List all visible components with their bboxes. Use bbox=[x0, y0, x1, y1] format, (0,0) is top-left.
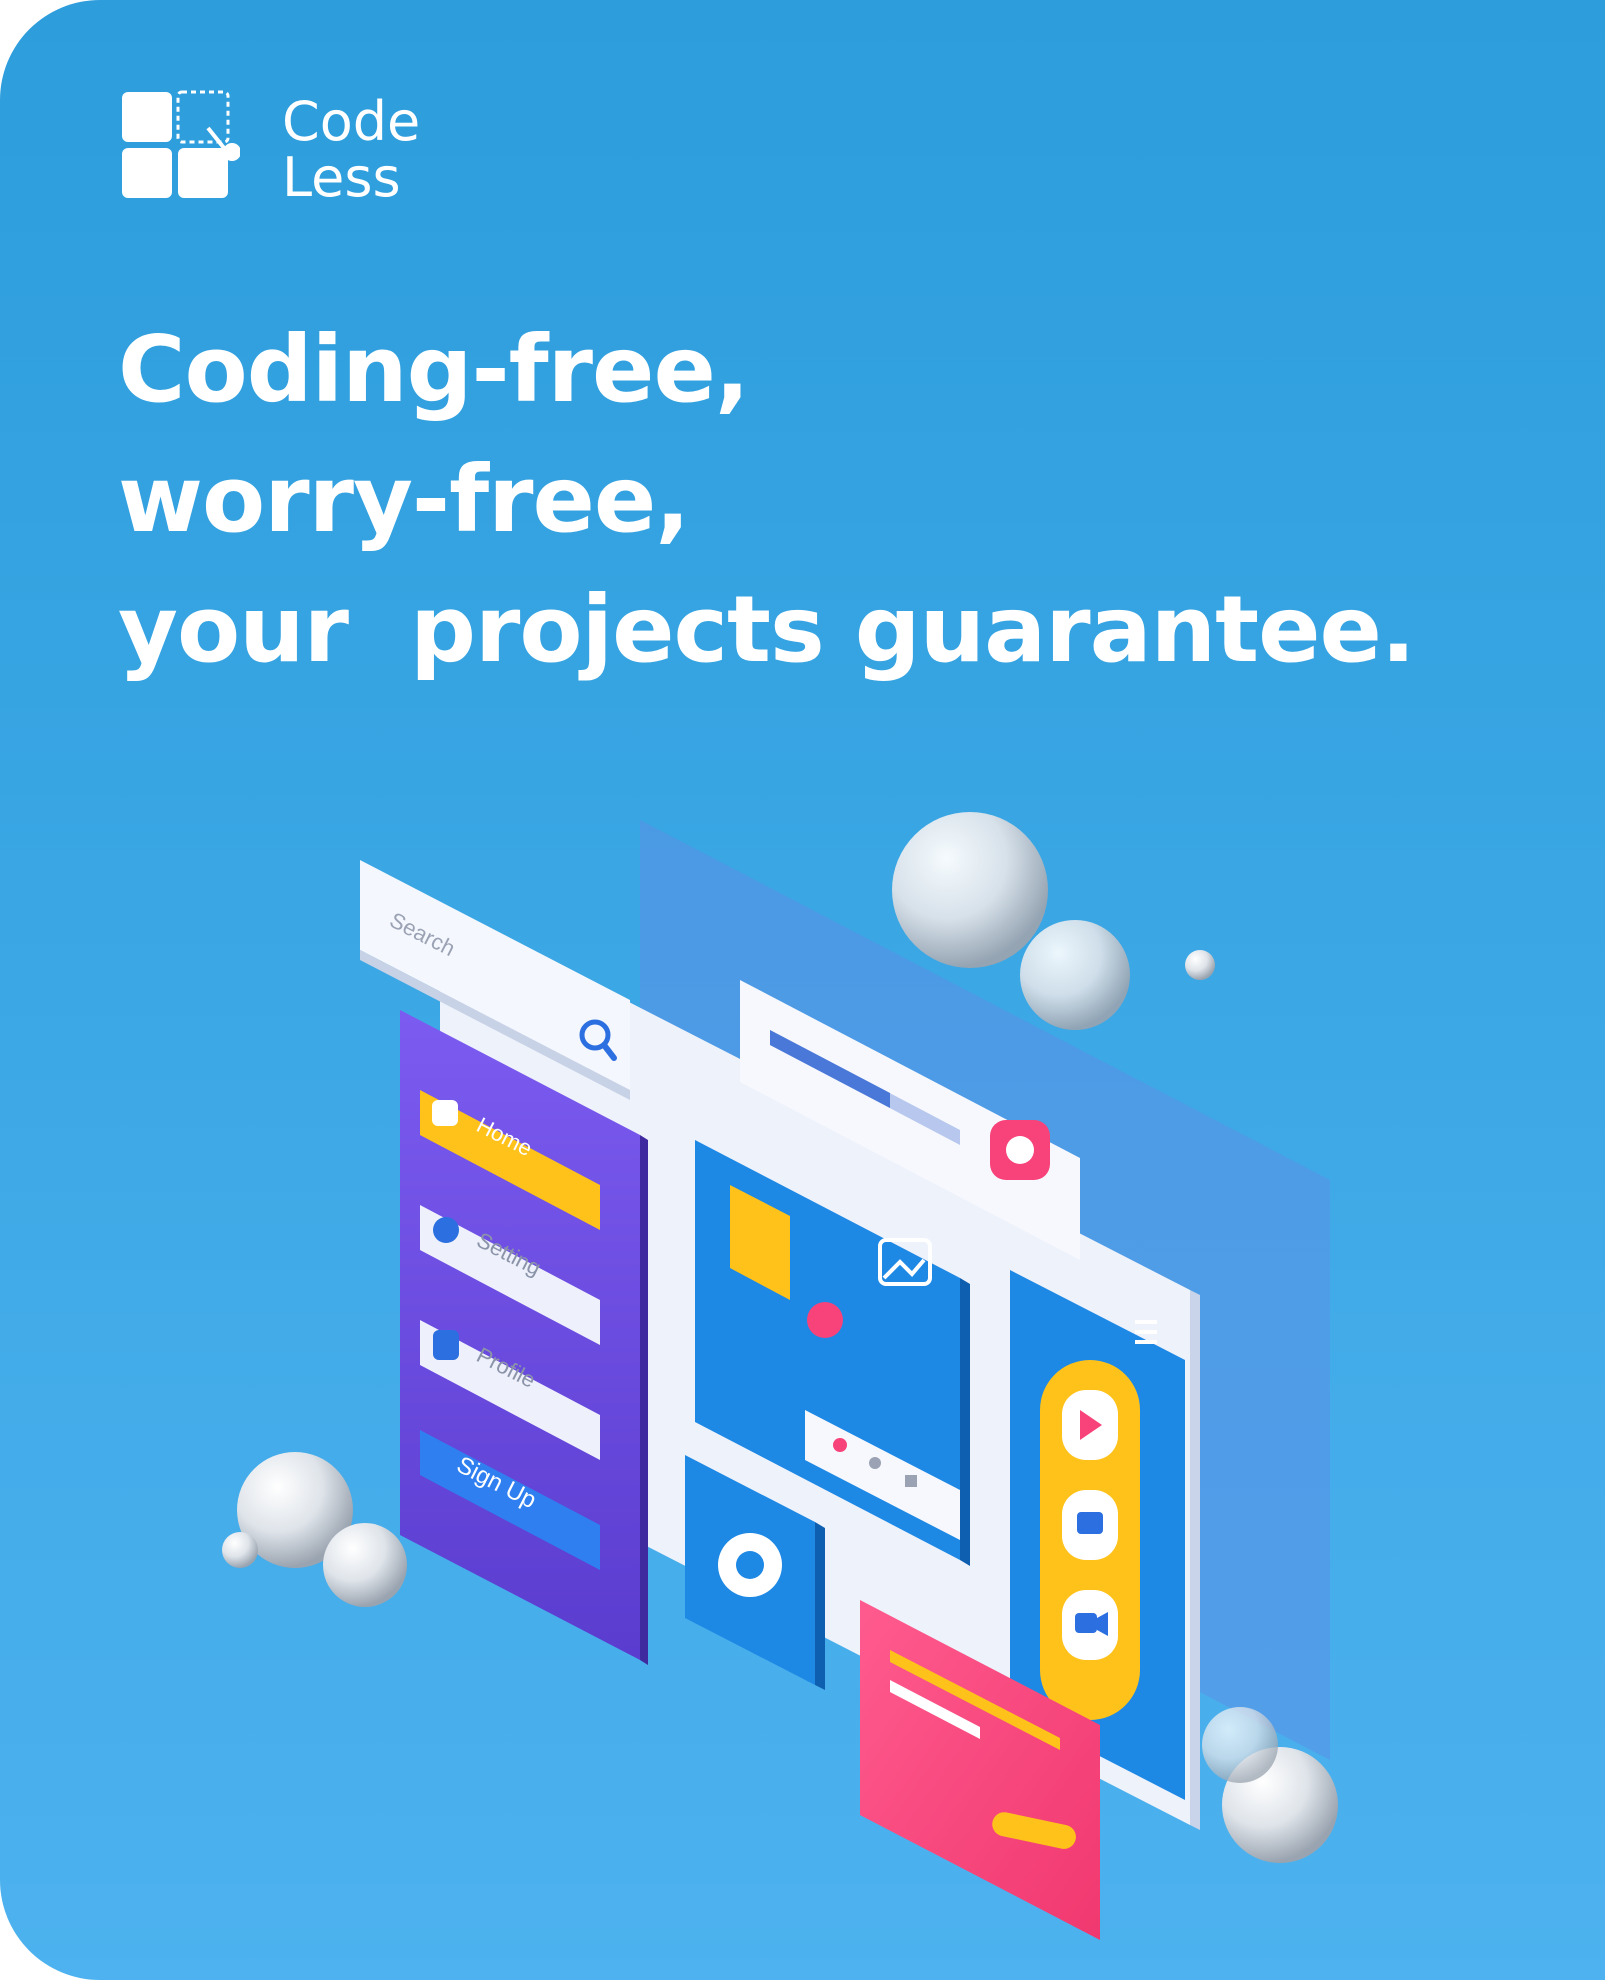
headline-line1: Coding-free, bbox=[118, 316, 750, 423]
hero-card: Code Less Coding-free, worry-free, your … bbox=[0, 0, 1605, 1980]
pink-dot bbox=[807, 1302, 843, 1338]
illustration-svg: Search Home Setting Profile Sign Up bbox=[222, 812, 1338, 1940]
hamburger-icon[interactable] bbox=[1135, 1320, 1157, 1344]
headline: Coding-free, worry-free, your projects g… bbox=[118, 305, 1538, 695]
setting-gear-icon bbox=[433, 1217, 459, 1243]
headline-line3: your projects guarantee. bbox=[118, 576, 1416, 683]
codeless-logo: Code Less bbox=[120, 90, 480, 210]
headline-line2: worry-free, bbox=[118, 446, 690, 553]
user-icon bbox=[433, 1330, 459, 1360]
play-icon[interactable] bbox=[1062, 1390, 1118, 1460]
download-icon[interactable] bbox=[905, 1475, 917, 1487]
video-icon[interactable] bbox=[1062, 1590, 1118, 1660]
isometric-ui-illustration: Search Home Setting Profile Sign Up bbox=[200, 800, 1400, 1950]
logo-text-line2: Less bbox=[282, 146, 401, 209]
camera-icon[interactable] bbox=[1062, 1490, 1118, 1560]
share-icon[interactable] bbox=[869, 1457, 881, 1469]
home-icon bbox=[432, 1100, 458, 1126]
heart-icon[interactable] bbox=[833, 1438, 847, 1452]
cloud-download-icon[interactable] bbox=[990, 1120, 1050, 1180]
logo-text-line1: Code bbox=[282, 90, 421, 153]
gear-icon bbox=[718, 1533, 782, 1597]
logo-blocks-icon bbox=[122, 90, 240, 198]
